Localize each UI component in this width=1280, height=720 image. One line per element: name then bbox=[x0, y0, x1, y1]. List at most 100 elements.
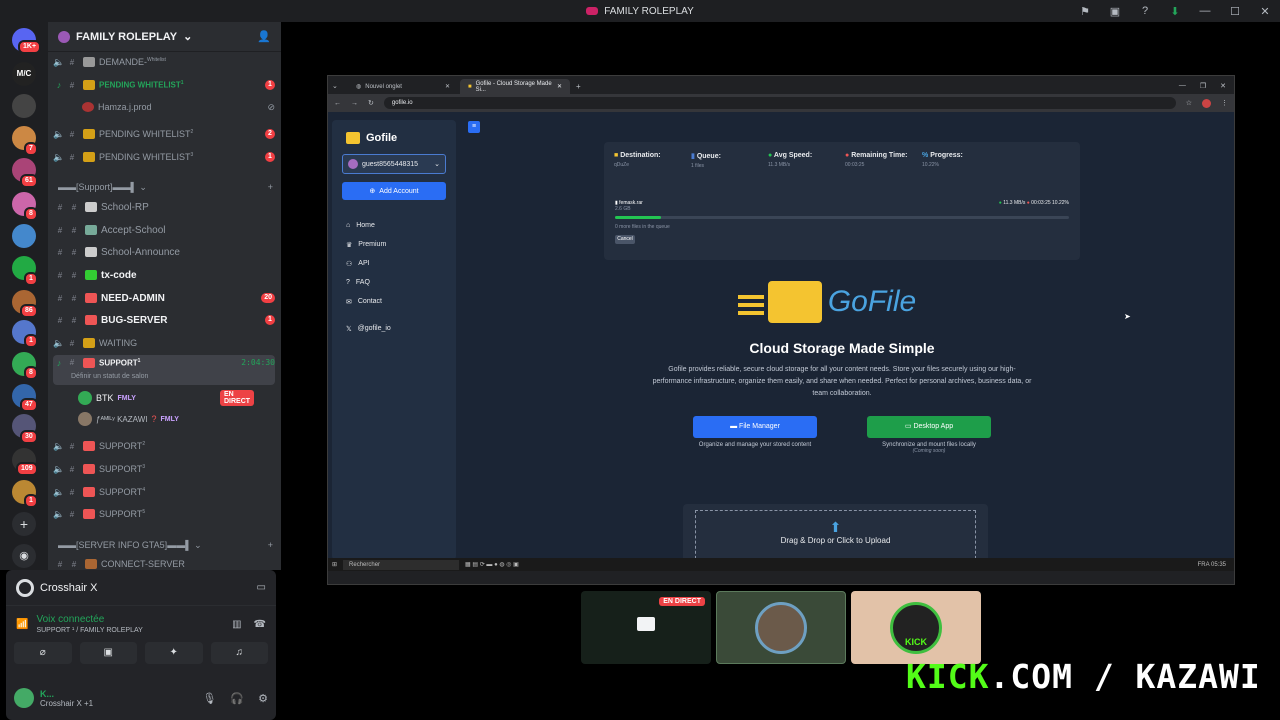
channel-item[interactable]: # # Accept-School bbox=[53, 220, 275, 240]
add-channel-icon[interactable]: + bbox=[268, 540, 273, 551]
channel-item[interactable]: # # School-RP bbox=[53, 197, 275, 217]
browser-tab[interactable]: ◍ Nouvel onglet ✕ bbox=[348, 79, 458, 94]
forward-icon[interactable]: → bbox=[351, 100, 358, 107]
new-tab-icon[interactable]: + bbox=[576, 82, 581, 91]
activities-button[interactable]: ✦ bbox=[145, 642, 203, 664]
mute-icon: 🔈 bbox=[53, 151, 65, 162]
add-account-button[interactable]: ⊕ Add Account bbox=[342, 182, 446, 200]
channel-item[interactable]: 🔈 # SUPPORT3 bbox=[53, 459, 275, 479]
cancel-button[interactable]: Cancel bbox=[615, 235, 635, 244]
participant-tile[interactable]: KICK bbox=[851, 591, 981, 664]
invite-icon[interactable]: 👤 bbox=[257, 30, 271, 43]
download-icon[interactable]: ⬇ bbox=[1160, 5, 1190, 18]
browser-tab-active[interactable]: ■ Gofile - Cloud Storage Made Si... ✕ bbox=[460, 79, 570, 94]
channel-item[interactable]: # # School-Announce bbox=[53, 242, 275, 262]
channel-item[interactable]: 🔈 # WAITING bbox=[53, 333, 275, 353]
url-field[interactable]: gofile.io bbox=[383, 97, 1176, 109]
server-icon[interactable] bbox=[12, 94, 36, 118]
minimize-icon[interactable]: — bbox=[1179, 82, 1186, 90]
inbox-icon[interactable]: ⚑ bbox=[1070, 5, 1100, 18]
help-icon[interactable]: ? bbox=[1130, 5, 1160, 17]
current-user[interactable]: K... Crosshair X +1 🎙 🎧 ⚙ bbox=[14, 686, 268, 710]
taskbar-search[interactable]: Rechercher bbox=[343, 559, 460, 570]
taskbar-apps-icon[interactable]: ▦ ▤ ⟳ ▬ ● ◍ ◎ ▣ bbox=[465, 561, 519, 568]
channel-item-active[interactable]: ♪ # SUPPORT1 Définir un statut de salon 2:04… bbox=[53, 355, 275, 385]
nav-premium[interactable]: ♛ Premium bbox=[346, 235, 442, 254]
nav-contact[interactable]: ✉ Contact bbox=[346, 292, 442, 311]
close-tab-icon[interactable]: ✕ bbox=[445, 83, 450, 90]
channel-item[interactable]: # # BUG-SERVER 1 bbox=[53, 310, 275, 330]
category-support[interactable]: ▬▬ [Support] ▬▬▌ ⌄ + bbox=[58, 182, 273, 193]
reload-icon[interactable]: ↻ bbox=[368, 99, 374, 107]
nav-faq[interactable]: ? FAQ bbox=[346, 273, 442, 292]
channel-emoji-icon bbox=[83, 57, 95, 67]
hamburger-button[interactable]: ≡ bbox=[468, 121, 480, 133]
nav-home[interactable]: ⌂ Home bbox=[346, 216, 442, 235]
voice-member[interactable]: Hamza.j.prod ⊘ bbox=[78, 97, 275, 117]
guild-header[interactable]: FAMILY ROLEPLAY ⌄ 👤 bbox=[48, 22, 281, 52]
voice-member[interactable]: ƒᴬᴹᴵᴸʸ KAZAWI? FMLY bbox=[78, 410, 179, 428]
channel-item[interactable]: 🔈 # SUPPORT4 bbox=[53, 482, 275, 502]
maximize-button[interactable]: ☐ bbox=[1220, 5, 1250, 18]
minimize-button[interactable]: — bbox=[1190, 5, 1220, 17]
thread-icon: # bbox=[71, 270, 77, 280]
desktop-app-button[interactable]: ▭ Desktop App bbox=[867, 416, 991, 438]
server-badge: 86 bbox=[20, 304, 38, 318]
channel-name: School-RP bbox=[101, 201, 149, 213]
channel-item[interactable]: 🔈 # SUPPORT5 bbox=[53, 504, 275, 524]
drop-zone[interactable]: ⬆ Drag & Drop or Click to Upload bbox=[683, 504, 988, 564]
server-icon[interactable] bbox=[12, 224, 36, 248]
screen-icon[interactable]: ▣ bbox=[1100, 5, 1130, 18]
add-channel-icon[interactable]: + bbox=[268, 182, 273, 193]
stream-tile[interactable]: EN DIRECT bbox=[581, 591, 711, 664]
back-icon[interactable]: ← bbox=[334, 100, 341, 107]
monitor-icon[interactable]: ▭ bbox=[257, 582, 266, 593]
camera-off-button[interactable]: ⌀ bbox=[14, 642, 72, 664]
account-select[interactable]: guest8565448315 ⌄ bbox=[342, 154, 446, 174]
nav-x[interactable]: 𝕏 @gofile_io bbox=[346, 319, 442, 338]
soundboard-icon[interactable]: ▥ bbox=[232, 619, 241, 630]
add-server-icon[interactable]: + bbox=[12, 512, 36, 536]
close-button[interactable]: ✕ bbox=[1250, 5, 1280, 18]
voice-member[interactable]: BTK FMLY EN DIRECT bbox=[78, 389, 255, 407]
disconnect-icon[interactable]: ☎ bbox=[254, 619, 266, 630]
signal-icon[interactable]: 📶 bbox=[16, 619, 28, 630]
voice-channel-label[interactable]: SUPPORT ¹ / FAMILY ROLEPLAY bbox=[36, 627, 224, 634]
activity-bar[interactable]: Crosshair X ▭ bbox=[6, 570, 276, 606]
channel-item[interactable]: 🔈 # SUPPORT2 bbox=[53, 436, 275, 456]
channel-item[interactable]: # # NEED-ADMIN 20 bbox=[53, 288, 275, 308]
close-tab-icon[interactable]: ✕ bbox=[557, 83, 562, 90]
channel-item[interactable]: 🔈 # PENDING WHITELIST2 2 bbox=[53, 124, 275, 144]
participant-tile[interactable] bbox=[716, 591, 846, 664]
server-icon[interactable]: M/C bbox=[12, 62, 36, 86]
windows-start-icon[interactable]: ⊞ bbox=[332, 561, 337, 568]
menu-dots-icon[interactable]: ⋮ bbox=[1221, 99, 1228, 107]
voice-connected-label[interactable]: Voix connectée bbox=[36, 614, 224, 625]
mic-icon[interactable]: 🎙 bbox=[202, 692, 216, 705]
channel-status[interactable]: Définir un statut de salon bbox=[71, 373, 148, 380]
discover-icon[interactable]: ◉ bbox=[12, 544, 36, 568]
profile-icon[interactable] bbox=[1202, 98, 1211, 108]
category-server-info[interactable]: ▬▬ [SERVER INFO GTA5] ▬▬▌ ⌄ + bbox=[58, 540, 273, 551]
headphones-icon[interactable]: 🎧 bbox=[230, 692, 244, 705]
channel-item[interactable]: ♪ # PENDING WHITELIST1 1 bbox=[53, 75, 275, 95]
soundboard-button[interactable]: ♫ bbox=[210, 642, 268, 664]
channel-name: SUPPORT1 Définir un statut de salon bbox=[71, 358, 149, 380]
nav-api[interactable]: ⚇ API bbox=[346, 254, 442, 273]
tab-search-icon[interactable]: ⌄ bbox=[332, 82, 346, 90]
screen-share-button[interactable]: ▣ bbox=[79, 642, 137, 664]
star-icon[interactable]: ☆ bbox=[1186, 99, 1192, 107]
channel-item[interactable]: # # tx-code bbox=[53, 265, 275, 285]
kick-overlay: KICK.COM / KAZAWI bbox=[906, 657, 1261, 696]
close-icon[interactable]: ✕ bbox=[1220, 82, 1226, 90]
restore-icon[interactable]: ❐ bbox=[1200, 82, 1206, 90]
server-badge: 1 bbox=[24, 272, 38, 286]
file-manager-button[interactable]: ▬ File Manager bbox=[693, 416, 817, 438]
gofile-page: Gofile guest8565448315 ⌄ ⊕ Add Account ⌂ Ho… bbox=[328, 112, 1234, 571]
phone-icon bbox=[83, 509, 95, 519]
voice-icon: ♪ bbox=[56, 358, 62, 368]
channel-item[interactable]: 🔈 # DEMANDE-Whitelist bbox=[53, 52, 275, 72]
channel-item[interactable]: 🔈 # PENDING WHITELIST3 1 bbox=[53, 147, 275, 167]
settings-gear-icon[interactable]: ⚙ bbox=[258, 692, 268, 705]
stream-view[interactable]: ⌄ ◍ Nouvel onglet ✕ ■ Gofile - Cloud Storag… bbox=[327, 75, 1235, 585]
